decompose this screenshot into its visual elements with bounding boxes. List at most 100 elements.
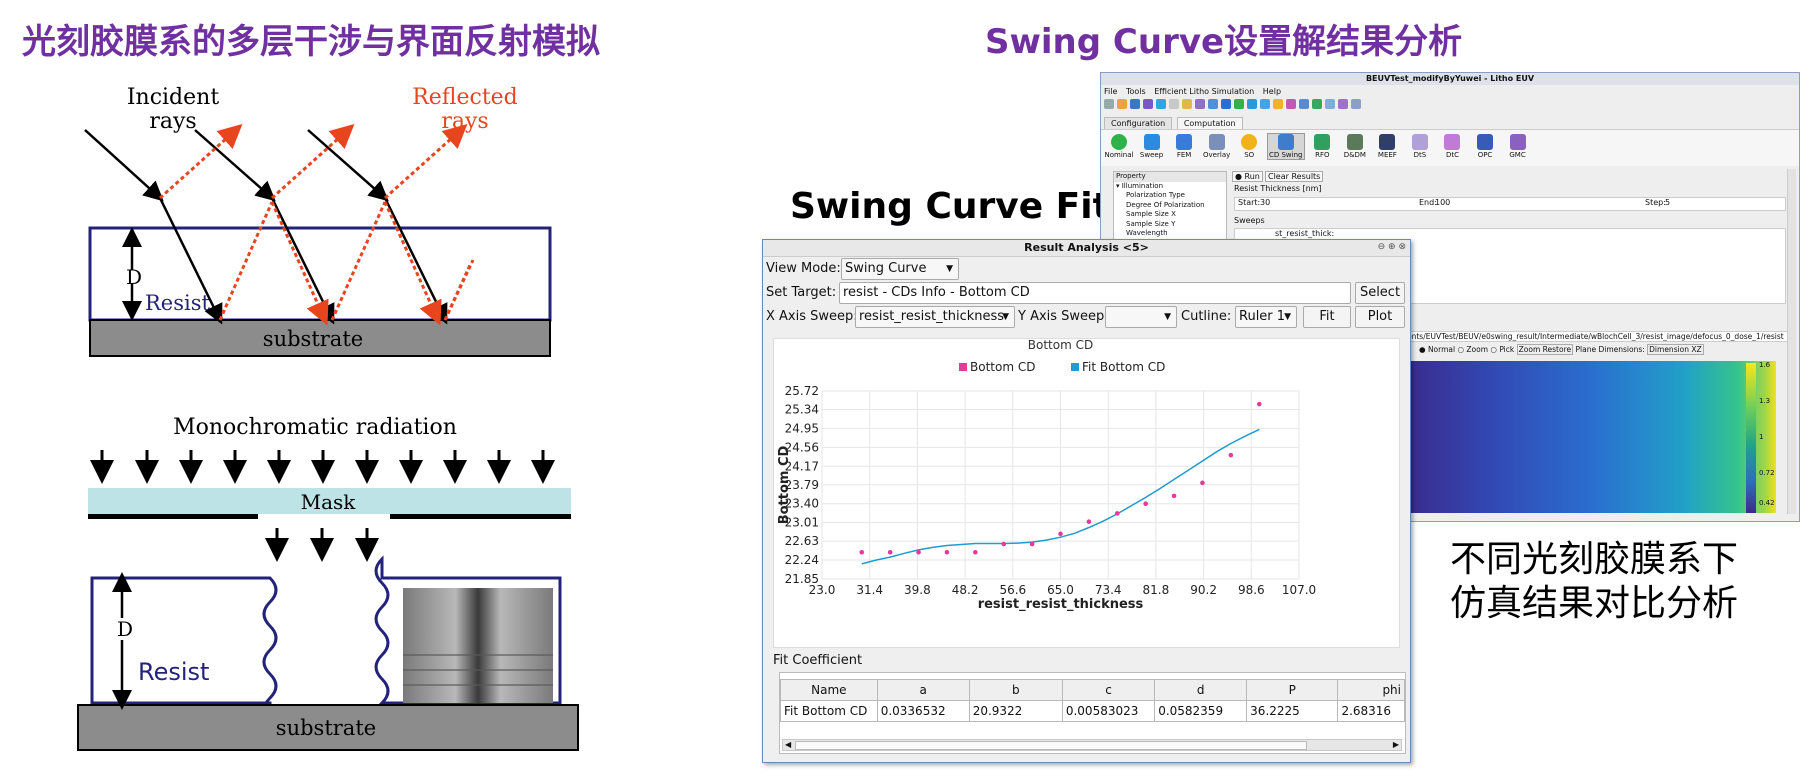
cutline-label: Cutline: (1181, 309, 1232, 324)
plane-dimensions-label: Plane Dimensions: (1575, 345, 1645, 354)
property-item[interactable]: ▾ Illumination (1114, 182, 1226, 192)
table-header: phi (1337, 679, 1405, 701)
table-header: c (1061, 679, 1156, 701)
cd-swing-button[interactable]: CD Swing (1266, 133, 1305, 160)
clear-results-button[interactable]: Clear Results (1265, 171, 1324, 182)
dts-button[interactable]: DtS (1405, 134, 1435, 159)
chevron-down-icon: ▼ (1002, 312, 1009, 322)
cutline-select[interactable]: Ruler 1 ▼ (1235, 306, 1297, 328)
coefficient-table-frame: Name a b c d P phi Fit Bottom CD 0.03365… (779, 672, 1406, 754)
y-axis-label: Bottom CD (777, 445, 792, 524)
table-cell: 2.68316 (1337, 700, 1405, 722)
window-controls: ⊖ ⊕ ⊗ (1378, 242, 1406, 252)
d-label-2: D (117, 617, 133, 641)
property-item[interactable]: Degree Of Polarization (1114, 201, 1226, 211)
data-point (973, 549, 978, 555)
table-cell: 0.00583023 (1061, 700, 1156, 722)
property-item[interactable]: Sample Size Y (1114, 220, 1226, 230)
data-point (1256, 401, 1262, 407)
chevron-down-icon: ▼ (1164, 312, 1171, 322)
property-item[interactable]: Sample Size X (1114, 210, 1226, 220)
x-tick-label: 81.8 (1143, 583, 1170, 597)
standing-wave-diagram: Monochromatic radiation Mask substrate D… (77, 415, 579, 751)
y-tick-label: 21.85 (785, 572, 819, 586)
table-header: b (968, 679, 1063, 701)
zoom-restore-button[interactable]: Zoom Restore (1516, 344, 1574, 355)
x-sweep-label: X Axis Sweep: (766, 309, 858, 324)
table-row[interactable]: Fit Bottom CD 0.0336532 20.9322 0.005830… (780, 700, 1405, 722)
ddm-button[interactable]: D&DM (1340, 134, 1370, 159)
meef-button[interactable]: MEEF (1372, 134, 1402, 159)
reflected-label-2: rays (441, 109, 488, 134)
data-point (1058, 531, 1063, 537)
opt-normal[interactable]: Normal (1428, 345, 1455, 354)
scrollbar[interactable] (1787, 169, 1796, 514)
data-point (1200, 480, 1205, 486)
menu-file[interactable]: File (1104, 87, 1117, 96)
end-value[interactable]: 100 (1435, 198, 1450, 207)
maximize-icon[interactable]: ⊕ (1388, 242, 1396, 252)
start-value[interactable]: 30 (1260, 198, 1270, 207)
rfo-button[interactable]: RFO (1307, 134, 1337, 159)
opt-zoom[interactable]: Zoom (1466, 345, 1488, 354)
x-tick-label: 98.6 (1238, 583, 1265, 597)
y-sweep-select[interactable]: ▼ (1105, 306, 1177, 328)
scroll-right-icon[interactable]: ▶ (1393, 740, 1399, 750)
menu-tools[interactable]: Tools (1126, 87, 1146, 96)
close-icon[interactable]: ⊗ (1398, 242, 1406, 252)
dialog-title: Result Analysis <5> (763, 240, 1410, 257)
minimize-icon[interactable]: ⊖ (1378, 242, 1386, 252)
intensity-image (1406, 361, 1776, 513)
run-button[interactable]: ● Run (1232, 171, 1263, 182)
x-tick-label: 31.4 (856, 583, 883, 597)
so-button[interactable]: SO (1234, 134, 1264, 159)
data-point (916, 549, 921, 555)
colorbar-tick: 1 (1759, 433, 1764, 441)
view-mode-select[interactable]: Swing Curve ▼ (841, 258, 959, 280)
property-item[interactable]: Polarization Type (1114, 191, 1226, 201)
x-sweep-select[interactable]: resist_resist_thickness ▼ (855, 306, 1015, 328)
menu-help[interactable]: Help (1263, 87, 1281, 96)
x-axis-label: resist_resist_thickness (978, 597, 1144, 612)
opc-button[interactable]: OPC (1470, 134, 1500, 159)
table-cell: 20.9322 (968, 700, 1063, 722)
table-header-row: Name a b c d P phi (780, 679, 1405, 701)
substrate-label-2: substrate (276, 716, 376, 740)
x-tick-label: 73.4 (1095, 583, 1122, 597)
legend-swatch-points (959, 363, 967, 371)
gmc-button[interactable]: GMC (1503, 134, 1533, 159)
scroll-left-icon[interactable]: ◀ (785, 740, 791, 749)
horizontal-scrollbar[interactable]: ◀ ▶ (782, 739, 1402, 751)
sweep-item[interactable]: st_resist_thick: (1235, 229, 1334, 238)
chevron-down-icon: ▼ (946, 264, 953, 274)
plot-button[interactable]: Plot (1355, 306, 1405, 328)
colorbar-tick: 1.3 (1759, 397, 1771, 405)
property-item[interactable]: Wavelength (1114, 229, 1226, 239)
overlay-button[interactable]: Overlay (1202, 134, 1232, 159)
fem-button[interactable]: FEM (1169, 134, 1199, 159)
resist-label: Resist (145, 291, 211, 315)
sweep-button[interactable]: Sweep (1137, 134, 1167, 159)
dtc-button[interactable]: DtC (1437, 134, 1467, 159)
y-tick-label: 24.95 (785, 421, 819, 435)
tab-configuration[interactable]: Configuration (1104, 117, 1173, 129)
chart-title: Bottom CD (1028, 339, 1093, 352)
select-button[interactable]: Select (1355, 282, 1405, 304)
scrollbar-thumb[interactable] (795, 741, 1307, 750)
data-point (1029, 541, 1035, 547)
plane-dimensions-select[interactable]: Dimension XZ (1647, 344, 1704, 355)
fit-coefficient-label: Fit Coefficient (773, 653, 863, 668)
x-tick-label: 39.8 (904, 583, 931, 597)
table-cell: 0.0582359 (1154, 700, 1248, 722)
x-tick-label: 48.2 (952, 583, 979, 597)
opt-pick[interactable]: Pick (1499, 345, 1514, 354)
set-target-label: Set Target: (766, 285, 837, 300)
nominal-button[interactable]: Nominal (1104, 134, 1134, 159)
step-value[interactable]: 5 (1665, 198, 1670, 207)
menu-efficient[interactable]: Efficient Litho Simulation (1154, 87, 1254, 96)
left-title: 光刻胶膜系的多层干涉与界面反射模拟 (22, 22, 600, 62)
tab-computation[interactable]: Computation (1176, 117, 1243, 129)
set-target-field[interactable]: resist - CDs Info - Bottom CD (839, 282, 1351, 304)
fit-button[interactable]: Fit (1303, 306, 1351, 328)
comparison-note: 不同光刻胶膜系下 仿真结果对比分析 (1450, 538, 1738, 626)
